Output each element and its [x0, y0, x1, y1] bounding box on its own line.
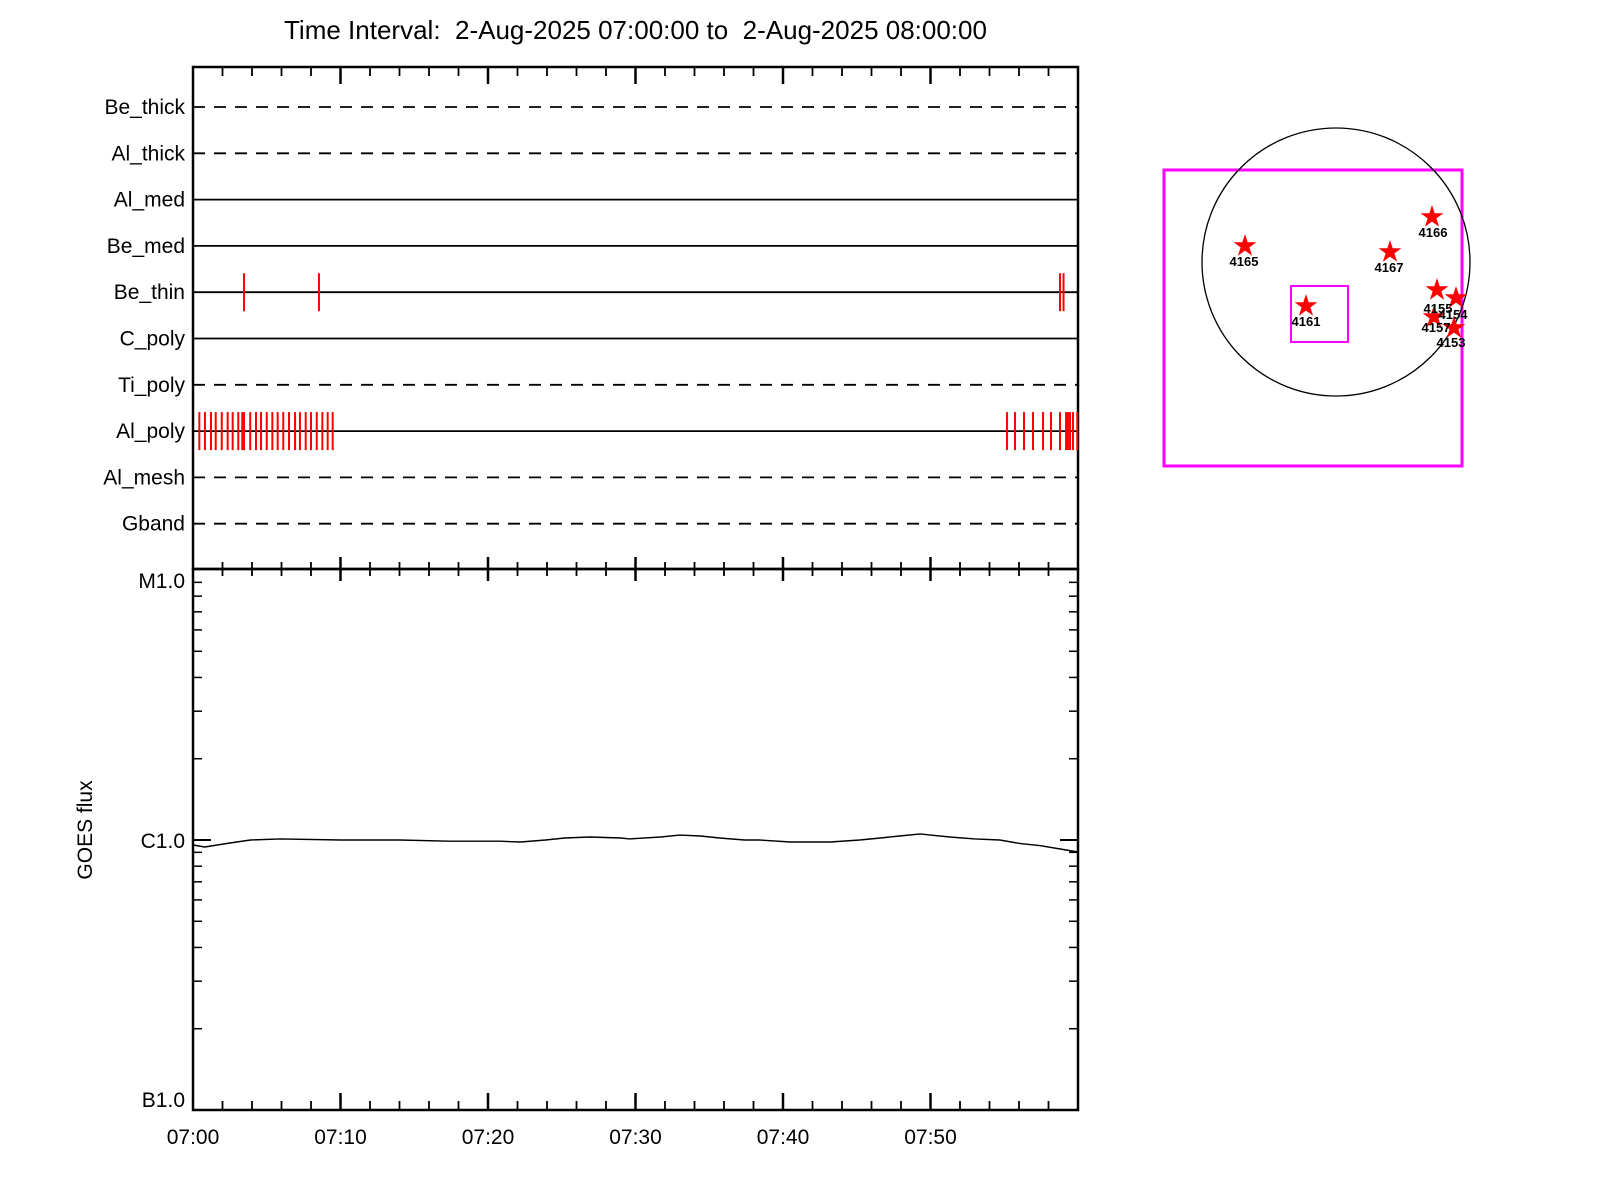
filter-label-c_poly: C_poly — [120, 328, 186, 351]
active-region-label-4167: 4167 — [1375, 260, 1404, 275]
active-region-star-4167 — [1378, 240, 1402, 262]
filter-label-al_med: Al_med — [114, 189, 185, 212]
x-tick-label: 07:00 — [167, 1126, 220, 1149]
active-region-star-4165 — [1233, 234, 1257, 256]
x-tick-label: 07:10 — [314, 1126, 367, 1149]
x-tick-label: 07:20 — [462, 1126, 515, 1149]
filter-label-be_thick: Be_thick — [104, 96, 185, 119]
filter-label-be_med: Be_med — [107, 235, 185, 258]
timeline-panel-border — [191, 65, 1080, 571]
xrt-planner-window: Time Interval: 2-Aug-2025 07:00:00 to 2-… — [0, 0, 1600, 1200]
plot-canvas: Be_thick Al_thick Al_med Be_med Be_thin C_pol… — [74, 65, 1471, 1149]
filter-label-al_thick: Al_thick — [111, 142, 185, 165]
active-region-star-4166 — [1420, 205, 1444, 227]
filter-label-gband: Gband — [122, 513, 185, 536]
active-region-label-4166: 4166 — [1419, 225, 1448, 240]
filter-label-ti_poly: Ti_poly — [118, 374, 185, 397]
goes-flux-curve — [192, 833, 1079, 853]
active-region-label-4165: 4165 — [1230, 254, 1259, 269]
x-tick-label: 07:40 — [757, 1126, 810, 1149]
filter-label-al_poly: Al_poly — [116, 420, 185, 443]
active-region-label-4157: 4157 — [1422, 320, 1451, 335]
x-tick-label: 07:50 — [904, 1126, 957, 1149]
y-tick-label: C1.0 — [141, 830, 185, 853]
active-region-label-4161: 4161 — [1292, 314, 1321, 329]
active-region-label-4153: 4153 — [1437, 335, 1466, 350]
y-tick-label: M1.0 — [138, 570, 185, 593]
goes-axis-title: GOES flux — [74, 780, 97, 880]
x-tick-label: 07:30 — [609, 1126, 662, 1149]
filter-label-be_thin: Be_thin — [114, 281, 185, 304]
y-tick-label: B1.0 — [142, 1089, 185, 1112]
active-region-star-4155 — [1425, 278, 1449, 300]
filter-label-al_mesh: Al_mesh — [103, 466, 185, 489]
active-region-star-4161 — [1294, 294, 1318, 316]
